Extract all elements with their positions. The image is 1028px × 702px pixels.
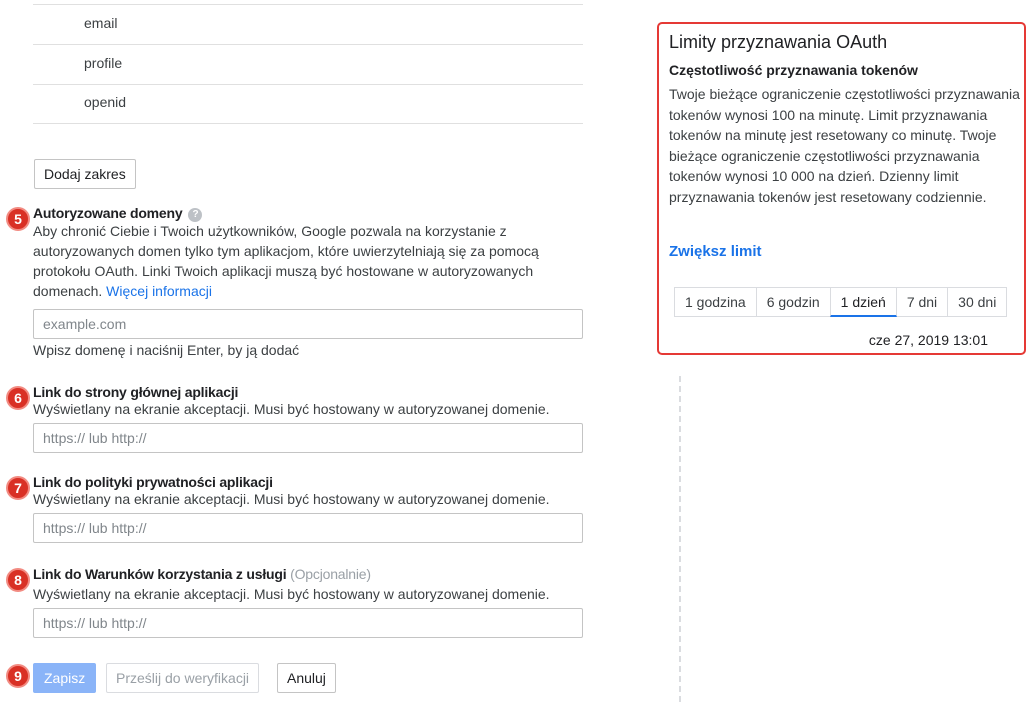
domain-input[interactable]: [33, 309, 583, 339]
scope-row-email: email: [33, 5, 583, 45]
domains-description: Aby chronić Ciebie i Twoich użytkowników…: [33, 221, 553, 301]
increase-limit-link[interactable]: Zwiększ limit: [669, 243, 762, 260]
oauth-quota-panel: Limity przyznawania OAuth Częstotliwość …: [657, 22, 1026, 355]
tab-7-days[interactable]: 7 dni: [895, 287, 949, 317]
domain-hint: Wpisz domenę i naciśnij Enter, by ją dod…: [33, 342, 300, 358]
step-badge-8: 8: [6, 568, 30, 592]
save-button[interactable]: Zapisz: [33, 663, 97, 693]
column-divider: [679, 376, 681, 702]
add-scope-button[interactable]: Dodaj zakres: [34, 159, 136, 189]
tab-1-day[interactable]: 1 dzień: [829, 287, 897, 317]
quota-description: Twoje bieżące ograniczenie częstotliwośc…: [669, 86, 1020, 205]
homepage-label: Link do strony głównej aplikacji: [33, 384, 239, 400]
scope-label: profile: [84, 55, 123, 71]
step-badge-7: 7: [6, 476, 30, 500]
homepage-description: Wyświetlany na ekranie akceptacji. Musi …: [33, 401, 550, 417]
step-badge-5: 5: [6, 207, 30, 231]
tab-6-hours[interactable]: 6 godzin: [755, 287, 831, 317]
step-badge-6: 6: [6, 386, 30, 410]
tos-label: Link do Warunków korzystania z usługi (O…: [33, 566, 371, 582]
scope-label: openid: [84, 94, 127, 110]
quota-subtitle: Częstotliwość przyznawania tokenów: [669, 62, 918, 78]
help-icon[interactable]: ?: [188, 208, 203, 222]
scope-label: email: [84, 15, 118, 31]
tab-30-days[interactable]: 30 dni: [947, 287, 1008, 317]
tab-1-hour[interactable]: 1 godzina: [674, 287, 757, 317]
quota-timestamp: cze 27, 2019 13:01: [868, 332, 988, 348]
submit-verification-button[interactable]: Prześlij do weryfikacji: [106, 663, 260, 693]
domains-label: Autoryzowane domeny?: [33, 205, 203, 222]
privacy-description: Wyświetlany na ekranie akceptacji. Musi …: [33, 491, 550, 507]
tos-input[interactable]: [33, 608, 583, 638]
tos-label-text: Link do Warunków korzystania z usługi: [33, 566, 287, 582]
quota-title: Limity przyznawania OAuth: [669, 32, 888, 52]
scope-row-profile: profile: [33, 45, 583, 85]
domains-label-text: Autoryzowane domeny: [33, 205, 183, 221]
tos-description: Wyświetlany na ekranie akceptacji. Musi …: [33, 586, 550, 602]
time-range-tabs: 1 godzina 6 godzin 1 dzień 7 dni 30 dni: [674, 287, 1008, 317]
optional-tag: (Opcjonalnie): [290, 566, 371, 582]
scope-row-openid: openid: [33, 84, 583, 124]
privacy-input[interactable]: [33, 513, 583, 543]
more-info-link[interactable]: Więcej informacji: [106, 283, 212, 299]
privacy-label: Link do polityki prywatności aplikacji: [33, 474, 273, 490]
homepage-input[interactable]: [33, 423, 583, 453]
step-badge-9: 9: [6, 664, 30, 688]
cancel-button[interactable]: Anuluj: [277, 663, 336, 693]
